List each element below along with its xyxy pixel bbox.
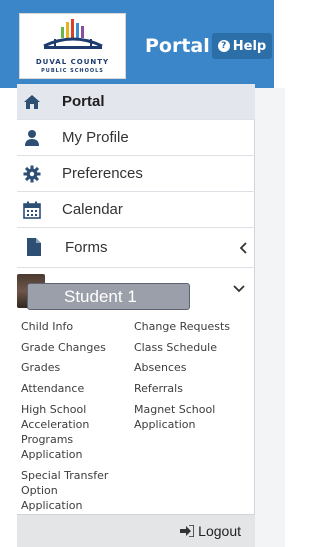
district-logo[interactable]: DUVAL COUNTY PUBLIC SCHOOLS (19, 13, 126, 79)
link-hs-acceleration-line2[interactable]: Acceleration (21, 418, 89, 432)
link-special-transfer-line3[interactable]: Application (21, 499, 82, 513)
help-label: Help (232, 38, 267, 54)
sidebar-item-my-profile[interactable]: My Profile (17, 120, 255, 156)
sign-out-icon (180, 525, 195, 537)
link-special-transfer-line1[interactable]: Special Transfer (21, 469, 108, 483)
link-change-requests[interactable]: Change Requests (134, 320, 230, 334)
student-name[interactable]: Student 1 (27, 283, 190, 310)
app-title: Portal (145, 35, 210, 57)
link-hs-acceleration-line4[interactable]: Application (21, 448, 82, 462)
link-hs-acceleration-line1[interactable]: High School (21, 403, 86, 417)
chevron-left-icon[interactable] (239, 242, 247, 254)
sidebar-item-forms[interactable]: Forms (17, 228, 255, 268)
logout-label: Logout (198, 523, 241, 539)
logo-text-line2: PUBLIC SCHOOLS (41, 68, 104, 74)
sidebar-item-label: My Profile (62, 129, 129, 146)
link-hs-acceleration-line3[interactable]: Programs (21, 433, 73, 447)
link-magnet-school-line1[interactable]: Magnet School (134, 403, 215, 417)
link-grade-changes[interactable]: Grade Changes (21, 341, 106, 355)
sidebar-item-calendar[interactable]: Calendar (17, 192, 255, 228)
student-selector[interactable]: Student 1 (17, 274, 255, 314)
logout-button[interactable]: Logout (180, 523, 241, 539)
content-area (255, 88, 285, 547)
help-button[interactable]: ? Help (212, 33, 272, 59)
user-icon (25, 130, 39, 146)
logo-mark-icon (43, 19, 103, 49)
link-referrals[interactable]: Referrals (134, 382, 183, 396)
logout-bar: Logout (17, 514, 255, 547)
home-icon (24, 95, 40, 109)
link-grades[interactable]: Grades (21, 361, 60, 375)
calendar-icon (23, 201, 41, 219)
sidebar-item-preferences[interactable]: Preferences (17, 156, 255, 192)
question-circle-icon: ? (217, 40, 230, 52)
logo-text-line1: DUVAL COUNTY (35, 58, 110, 66)
link-special-transfer-line2[interactable]: Option (21, 484, 58, 498)
sidebar: Portal My Profile Preferences Calendar F… (17, 84, 255, 547)
chevron-down-icon[interactable] (233, 285, 245, 293)
link-absences[interactable]: Absences (134, 361, 187, 375)
top-header: DUVAL COUNTY PUBLIC SCHOOLS Portal ? Hel… (0, 0, 274, 88)
sidebar-item-label: Calendar (62, 201, 123, 218)
gear-icon (23, 165, 41, 183)
sidebar-item-label: Forms (65, 239, 108, 256)
sidebar-item-label: Portal (62, 93, 105, 110)
link-attendance[interactable]: Attendance (21, 382, 84, 396)
file-icon (27, 238, 41, 256)
sidebar-item-portal[interactable]: Portal (17, 84, 255, 120)
link-magnet-school-line2[interactable]: Application (134, 418, 195, 432)
link-class-schedule[interactable]: Class Schedule (134, 341, 217, 355)
link-child-info[interactable]: Child Info (21, 320, 73, 334)
sidebar-item-label: Preferences (62, 165, 143, 182)
